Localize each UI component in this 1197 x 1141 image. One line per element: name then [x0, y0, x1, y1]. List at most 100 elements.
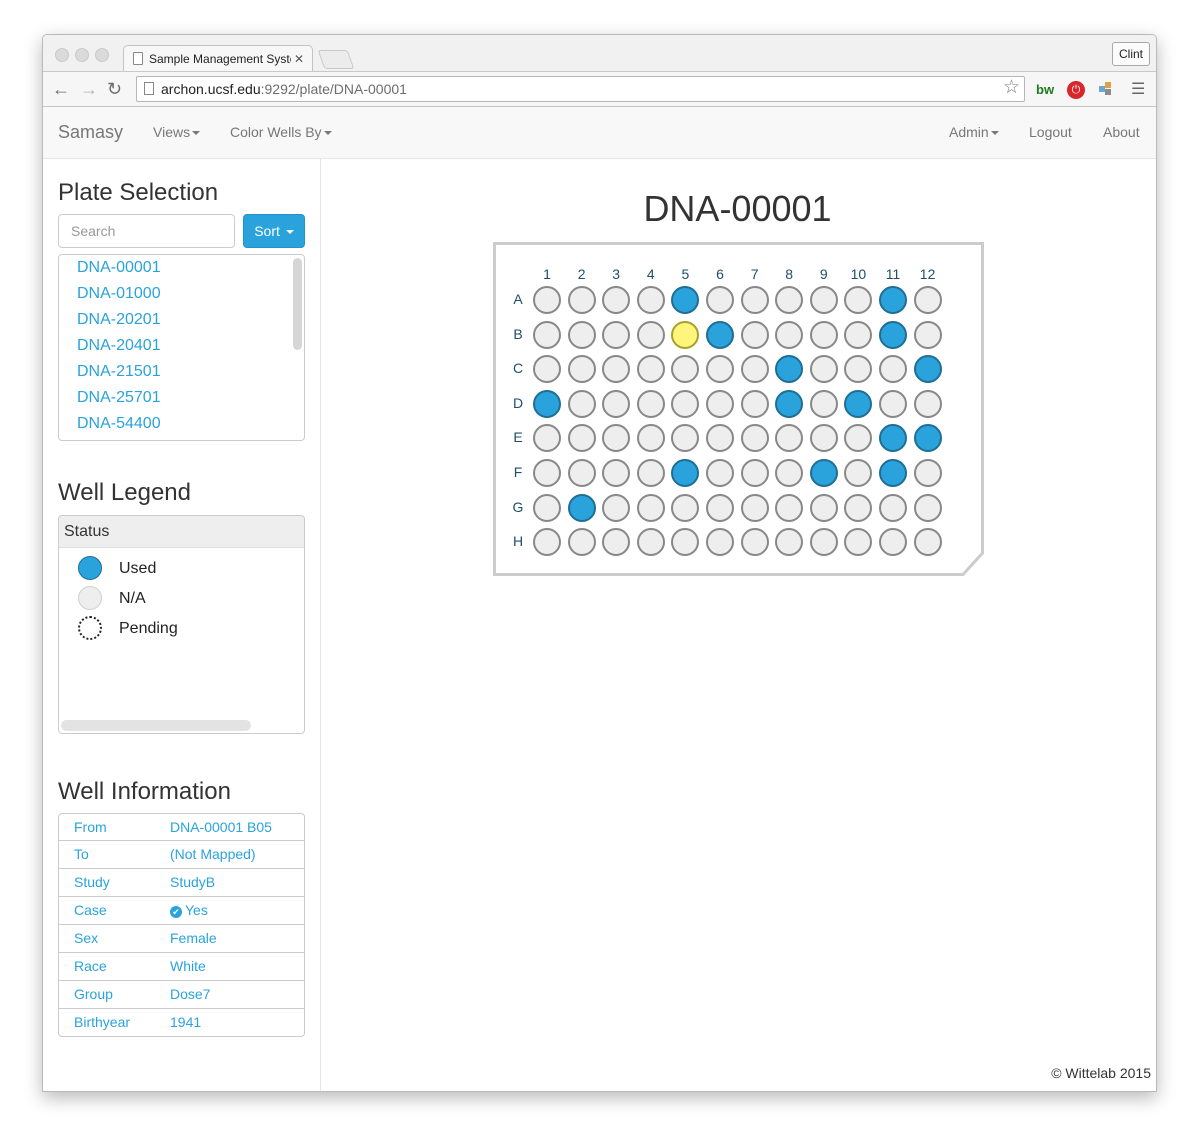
well-C2[interactable]	[567, 355, 596, 384]
well-E12[interactable]	[913, 424, 942, 453]
well-F11[interactable]	[879, 459, 907, 487]
reload-icon[interactable]: ↻	[107, 77, 122, 101]
well-H4[interactable]	[636, 528, 665, 557]
well-B1[interactable]	[533, 320, 561, 349]
brand[interactable]: Samasy	[58, 107, 123, 157]
about-link[interactable]: About	[1103, 107, 1140, 157]
well-F2[interactable]	[567, 459, 596, 487]
well-D2[interactable]	[567, 389, 596, 418]
well-A4[interactable]	[636, 286, 665, 314]
plate-list-item[interactable]: DNA-01000	[77, 285, 161, 303]
back-icon[interactable]: ←	[52, 77, 70, 101]
well-D8[interactable]	[775, 389, 804, 418]
well-A7[interactable]	[740, 286, 769, 314]
well-A12[interactable]	[913, 286, 942, 314]
well-H2[interactable]	[567, 528, 596, 557]
plate-list-item[interactable]: DNA-21501	[77, 363, 161, 381]
well-G8[interactable]	[775, 493, 804, 522]
well-A6[interactable]	[706, 286, 734, 314]
well-B8[interactable]	[775, 320, 804, 349]
well-E2[interactable]	[567, 424, 596, 453]
forward-icon[interactable]: →	[80, 77, 98, 101]
sort-button[interactable]: Sort	[243, 214, 305, 248]
profile-button[interactable]: Clint	[1111, 42, 1150, 66]
well-D3[interactable]	[602, 389, 631, 418]
well-A9[interactable]	[809, 286, 838, 314]
well-B4[interactable]	[636, 320, 665, 349]
plate-list-item[interactable]: DNA-25701	[77, 389, 161, 407]
well-D12[interactable]	[913, 389, 942, 418]
well-D11[interactable]	[879, 389, 907, 418]
well-F9[interactable]	[809, 459, 838, 487]
plate-list-item[interactable]: DNA-54400	[77, 415, 161, 433]
well-A2[interactable]	[567, 286, 596, 314]
well-F3[interactable]	[602, 459, 631, 487]
well-B11[interactable]	[879, 320, 907, 349]
scrollbar[interactable]	[293, 258, 302, 350]
well-C6[interactable]	[706, 355, 734, 384]
adblock-extension-icon[interactable]: ⏻	[1067, 81, 1085, 99]
well-F4[interactable]	[636, 459, 665, 487]
well-B7[interactable]	[740, 320, 769, 349]
well-H1[interactable]	[533, 528, 561, 557]
plate-list-item[interactable]: DNA-00001	[77, 259, 161, 277]
well-H11[interactable]	[879, 528, 907, 557]
address-bar[interactable]: archon.ucsf.edu:9292/plate/DNA-00001 ☆	[136, 76, 1025, 102]
well-C4[interactable]	[636, 355, 665, 384]
well-A3[interactable]	[602, 286, 631, 314]
well-C12[interactable]	[913, 355, 942, 384]
well-H6[interactable]	[706, 528, 734, 557]
admin-dropdown[interactable]: Admin	[949, 107, 999, 157]
close-tab-icon[interactable]: ✕	[294, 46, 304, 71]
minimize-window-button[interactable]	[75, 48, 89, 62]
views-dropdown[interactable]: Views	[153, 107, 201, 157]
well-D6[interactable]	[706, 389, 734, 418]
well-C9[interactable]	[809, 355, 838, 384]
well-D4[interactable]	[636, 389, 665, 418]
well-D7[interactable]	[740, 389, 769, 418]
well-D10[interactable]	[844, 389, 873, 418]
well-G3[interactable]	[602, 493, 631, 522]
well-B5[interactable]	[671, 320, 700, 349]
plate-list[interactable]: DNA-00001 DNA-01000 DNA-20201 DNA-20401 …	[58, 254, 305, 441]
search-input[interactable]: Search	[58, 214, 235, 248]
browser-tab[interactable]: Sample Management Syste ✕	[123, 45, 313, 71]
well-C1[interactable]	[533, 355, 561, 384]
well-A11[interactable]	[879, 286, 907, 314]
well-B3[interactable]	[602, 320, 631, 349]
well-A1[interactable]	[533, 286, 561, 314]
well-F8[interactable]	[775, 459, 804, 487]
well-C7[interactable]	[740, 355, 769, 384]
well-G9[interactable]	[809, 493, 838, 522]
color-wells-dropdown[interactable]: Color Wells By	[230, 107, 332, 157]
well-D1[interactable]	[533, 389, 561, 418]
zoom-window-button[interactable]	[95, 48, 109, 62]
well-E9[interactable]	[809, 424, 838, 453]
bw-extension-icon[interactable]: bw	[1036, 81, 1054, 99]
well-H7[interactable]	[740, 528, 769, 557]
well-E4[interactable]	[636, 424, 665, 453]
well-G5[interactable]	[671, 493, 700, 522]
well-A8[interactable]	[775, 286, 804, 314]
bookmark-star-icon[interactable]: ☆	[1003, 76, 1020, 100]
scrollbar[interactable]	[61, 720, 251, 731]
new-tab-button[interactable]	[317, 50, 355, 69]
well-B6[interactable]	[706, 320, 734, 349]
plate-list-item[interactable]: DNA-20201	[77, 311, 161, 329]
well-H9[interactable]	[809, 528, 838, 557]
well-B9[interactable]	[809, 320, 838, 349]
well-B2[interactable]	[567, 320, 596, 349]
well-E7[interactable]	[740, 424, 769, 453]
well-F6[interactable]	[706, 459, 734, 487]
well-G2[interactable]	[567, 493, 596, 522]
close-window-button[interactable]	[55, 48, 69, 62]
well-B10[interactable]	[844, 320, 873, 349]
well-G4[interactable]	[636, 493, 665, 522]
well-C11[interactable]	[879, 355, 907, 384]
well-B12[interactable]	[913, 320, 942, 349]
well-F12[interactable]	[913, 459, 942, 487]
well-G6[interactable]	[706, 493, 734, 522]
well-G12[interactable]	[913, 493, 942, 522]
menu-icon[interactable]: ☰	[1131, 81, 1145, 99]
puzzle-extension-icon[interactable]	[1098, 81, 1114, 99]
